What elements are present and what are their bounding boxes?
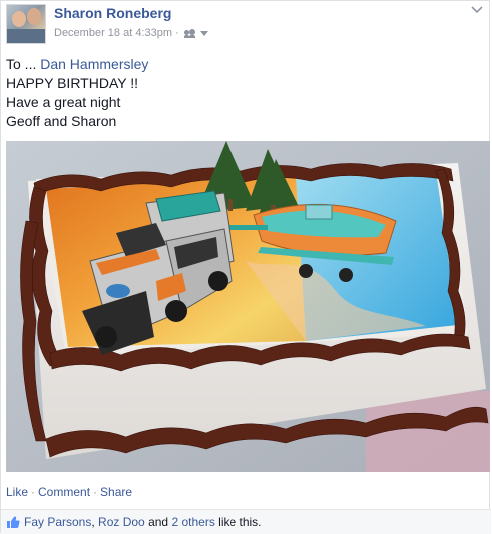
others-link[interactable]: 2 others bbox=[171, 515, 214, 529]
message-line-1: To ... Dan Hammersley bbox=[6, 55, 476, 74]
post-card: Sharon Roneberg December 18 at 4:33pm · … bbox=[0, 0, 491, 534]
like-link[interactable]: Like bbox=[6, 485, 28, 499]
post-meta: December 18 at 4:33pm · bbox=[54, 27, 208, 39]
share-link[interactable]: Share bbox=[100, 485, 132, 499]
message-line-3: Have a great night bbox=[6, 94, 121, 110]
thumbs-up-icon bbox=[7, 516, 20, 528]
likes-suffix: like this. bbox=[218, 515, 262, 529]
separator: · bbox=[93, 485, 98, 499]
meta-separator: · bbox=[175, 27, 179, 39]
avatar[interactable] bbox=[6, 4, 46, 44]
likes-comma: , bbox=[91, 515, 95, 529]
mention-link[interactable]: Dan Hammersley bbox=[40, 56, 148, 72]
liker-link-1[interactable]: Fay Parsons bbox=[24, 515, 91, 529]
message-line-4: Geoff and Sharon bbox=[6, 113, 117, 129]
likes-and: and bbox=[148, 515, 169, 529]
message-prefix: To ... bbox=[6, 56, 41, 72]
timestamp[interactable]: December 18 at 4:33pm bbox=[54, 27, 172, 39]
post-actions: Like · Comment · Share bbox=[6, 485, 132, 499]
chevron-down-icon[interactable] bbox=[199, 30, 208, 36]
cake-photo-image bbox=[6, 141, 490, 472]
message-line-2: HAPPY BIRTHDAY !! bbox=[6, 75, 139, 91]
friends-icon[interactable] bbox=[183, 28, 195, 38]
liker-link-2[interactable]: Roz Doo bbox=[98, 515, 145, 529]
author-name[interactable]: Sharon Roneberg bbox=[54, 5, 171, 21]
post-options-chevron-icon[interactable] bbox=[471, 6, 483, 14]
post-photo[interactable] bbox=[6, 141, 490, 472]
comment-link[interactable]: Comment bbox=[38, 485, 90, 499]
separator: · bbox=[31, 485, 36, 499]
post-message: To ... Dan Hammersley HAPPY BIRTHDAY !! … bbox=[6, 55, 476, 131]
likes-summary: Fay Parsons, Roz Doo and 2 others like t… bbox=[1, 509, 491, 534]
